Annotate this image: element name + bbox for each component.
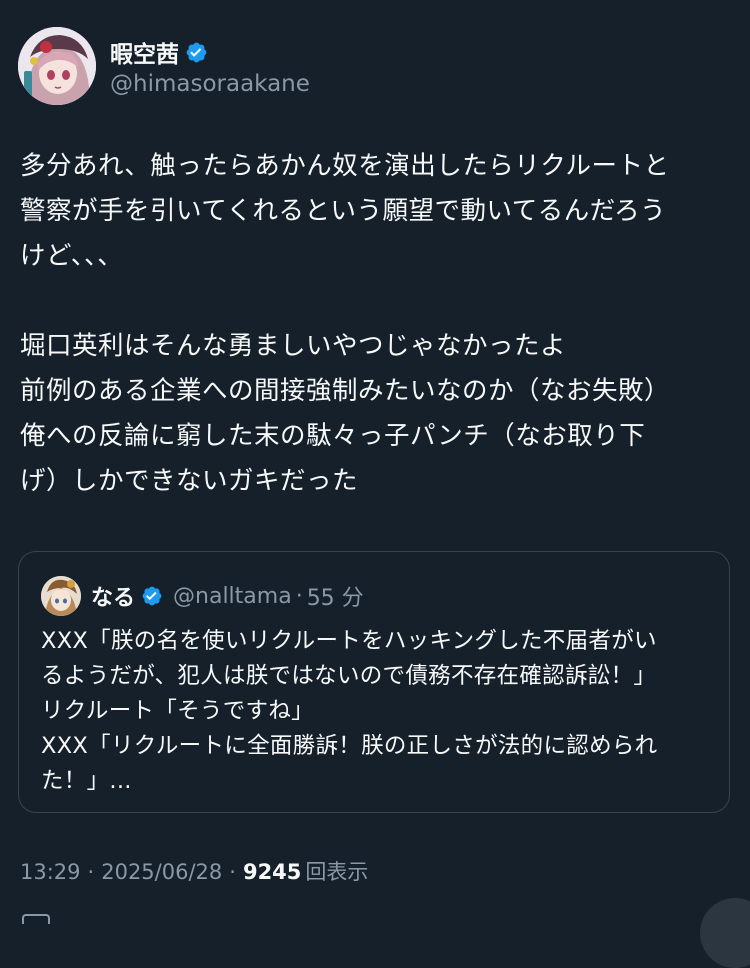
quote-author-display-name[interactable]: なる	[91, 580, 135, 612]
views-label: 回表示	[305, 860, 369, 884]
tweet-date[interactable]: 2025/06/28	[101, 860, 222, 884]
quote-author-handle[interactable]: @nalltama	[173, 584, 292, 609]
views-count: 9245	[242, 860, 302, 884]
tweet-meta: 13:29 · 2025/06/28 · 9245 回表示	[20, 856, 368, 886]
meta-separator: ·	[87, 860, 95, 884]
tweet: 暇空茜 @himasoraakane 多分あれ、触ったらあかん奴を演出したらリク…	[0, 0, 750, 968]
author-handle[interactable]: @himasoraakane	[110, 71, 310, 97]
tweet-time[interactable]: 13:29	[20, 860, 81, 884]
quote-separator: ·	[295, 583, 303, 609]
reply-icon[interactable]	[22, 914, 50, 924]
name-row: 暇空茜	[110, 35, 310, 69]
meta-separator: ·	[229, 860, 236, 884]
tweet-text: 多分あれ、触ったらあかん奴を演出したらリクルートと 警察が手を引いてくれるという…	[20, 151, 671, 496]
author-display-name[interactable]: 暇空茜	[110, 35, 179, 69]
tweet-header: 暇空茜 @himasoraakane	[18, 27, 310, 105]
quote-text: XXX「朕の名を使いリクルートをハッキングした不届者がい るようだが、犯人は朕で…	[41, 628, 658, 794]
verified-badge-icon	[186, 42, 207, 62]
quote-author-avatar[interactable]	[41, 576, 81, 616]
anime-character-avatar-icon	[41, 576, 81, 616]
quote-timestamp: 55 分	[306, 586, 364, 611]
floating-action-button[interactable]	[700, 898, 750, 968]
anime-girl-avatar-icon	[18, 27, 96, 105]
quote-header: なる @nalltama · 55 分	[41, 576, 364, 616]
author-names: 暇空茜 @himasoraakane	[110, 35, 310, 97]
verified-badge-icon	[142, 586, 162, 606]
quoted-tweet[interactable]: なる @nalltama · 55 分 XXX「朕の名を使いリクルートをハッキン…	[18, 551, 730, 813]
author-avatar[interactable]	[18, 27, 96, 105]
